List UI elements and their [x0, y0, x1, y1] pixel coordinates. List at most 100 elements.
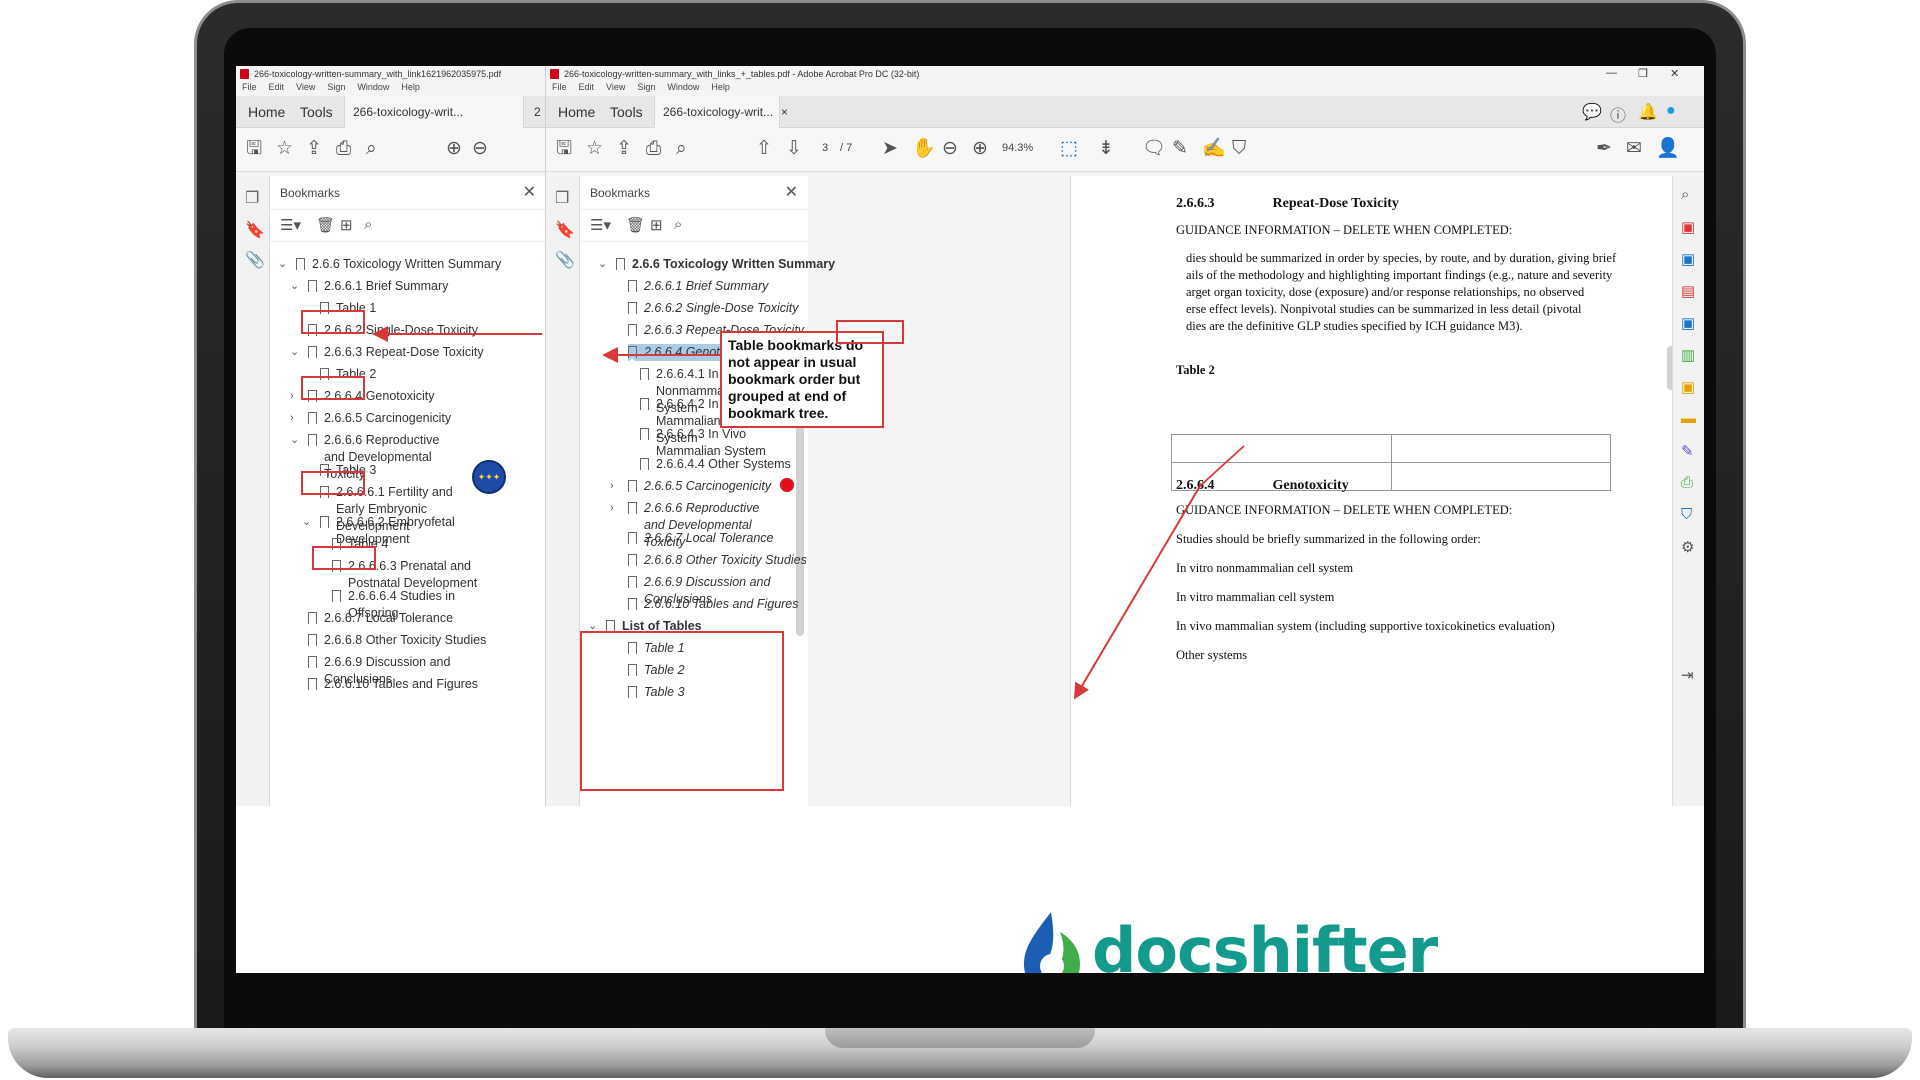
chevron-right-icon[interactable]: › [290, 388, 294, 405]
menu-help[interactable]: Help [711, 82, 730, 92]
bookmark-item[interactable]: › 2.6.6.5 Carcinogenicity [610, 478, 771, 496]
save-icon[interactable]: 🖫 [246, 138, 262, 160]
comment-rail-icon[interactable]: ▬ [1681, 410, 1696, 427]
bookmark-item[interactable]: 2.6.6.4.3 In Vivo Mammalian System [640, 426, 790, 460]
page-down-icon[interactable]: ⇩ [786, 138, 802, 160]
close-window-icon[interactable]: ✕ [1670, 67, 1679, 80]
chevron-down-icon[interactable]: ⌄ [290, 344, 299, 361]
menu-sign[interactable]: Sign [637, 82, 655, 92]
bookmark-star-icon[interactable]: ☆ [276, 138, 293, 160]
chevron-right-icon[interactable]: › [290, 410, 294, 427]
menu-edit[interactable]: Edit [579, 82, 595, 92]
delete-icon[interactable]: 🗑 [626, 216, 645, 234]
chevron-down-icon[interactable]: ⌄ [278, 256, 287, 273]
pages-icon[interactable]: ❐ [245, 188, 259, 208]
comment-tool-icon[interactable]: 🗨 [1142, 138, 1166, 160]
bookmark-item[interactable]: 2.6.6.8 Other Toxicity Studies [628, 552, 807, 570]
upload-icon[interactable]: ⇪ [616, 138, 632, 160]
tab-document[interactable]: 266-toxicology-writ... [344, 96, 524, 128]
zoom-out-icon[interactable]: ⊖ [942, 138, 958, 160]
protect-icon[interactable]: ⛉ [1681, 506, 1692, 523]
bookmark-item[interactable]: ⌄ 2.6.6.3 Repeat-Dose Toxicity [290, 344, 484, 362]
fill-sign-icon[interactable]: ▣ [1681, 378, 1695, 396]
zoom-tool-icon[interactable]: ⌕ [1681, 186, 1689, 203]
bookmark-item[interactable]: 2.6.6.1 Brief Summary [628, 278, 768, 296]
attachment-icon[interactable]: 📎 [555, 250, 575, 270]
print-icon[interactable]: ⎙ [646, 138, 661, 160]
bookmark-item[interactable]: ⌄ 2.6.6 Toxicology Written Summary [598, 256, 835, 274]
page-number[interactable]: 3 [822, 142, 828, 154]
page-down-icon[interactable]: ⊖ [472, 138, 488, 160]
tab-document[interactable]: 266-toxicology-writ... × [654, 96, 788, 128]
menu-edit[interactable]: Edit [269, 82, 285, 92]
chevron-down-icon[interactable]: ⌄ [290, 432, 299, 449]
bookmark-item[interactable]: ⌄ 2.6.6.1 Brief Summary [290, 278, 448, 296]
create-pdf-icon[interactable]: ▣ [1681, 250, 1695, 268]
pages-icon[interactable]: ❐ [555, 188, 569, 208]
mail-icon[interactable]: ✉ [1626, 138, 1642, 160]
options-icon[interactable]: ☰▾ [590, 216, 611, 234]
edit-pdf-icon[interactable]: ▣ [1681, 314, 1695, 332]
tab-home[interactable]: Home [240, 96, 293, 128]
chevron-right-icon[interactable]: › [610, 500, 614, 517]
chevron-down-icon[interactable]: ⌄ [610, 344, 619, 361]
select-cursor-icon[interactable]: ➤ [882, 138, 898, 160]
bookmark-item[interactable]: › 2.6.6.5 Carcinogenicity [290, 410, 451, 428]
upload-icon[interactable]: ⇪ [306, 138, 322, 160]
highlight-icon[interactable]: ✎ [1172, 138, 1188, 160]
collapse-pane-icon[interactable]: ⇥ [1681, 666, 1694, 684]
request-signature-icon[interactable]: ✎ [1681, 442, 1694, 460]
hand-tool-icon[interactable]: ✋ [912, 138, 936, 160]
menu-file[interactable]: File [552, 82, 567, 92]
export-pdf-icon[interactable]: ▣ [1681, 218, 1695, 236]
more-tools-icon[interactable]: ⚙ [1681, 538, 1694, 556]
bookmark-item[interactable]: 2.6.6.7 Local Tolerance [308, 610, 453, 628]
scroll-mode-icon[interactable]: ⇟ [1098, 138, 1114, 160]
restore-icon[interactable]: ❐ [1638, 67, 1648, 80]
bookmark-item[interactable]: 2.6.6.4.4 Other Systems [640, 456, 791, 474]
menu-window[interactable]: Window [667, 82, 699, 92]
search-icon[interactable]: ⌕ [366, 138, 377, 160]
bookmark-item[interactable]: ⌄ 2.6.6 Toxicology Written Summary [278, 256, 501, 274]
menu-sign[interactable]: Sign [327, 82, 345, 92]
notification-icon[interactable]: 🔔 [1638, 102, 1658, 122]
bookmark-item[interactable]: 2.6.6.8 Other Toxicity Studies [308, 632, 486, 650]
print-production-icon[interactable]: ⎙ [1681, 474, 1693, 491]
tab-overflow[interactable]: 2 [526, 96, 545, 128]
help-icon[interactable]: ⓘ [1610, 102, 1626, 126]
options-icon[interactable]: ☰▾ [280, 216, 301, 234]
attachment-icon[interactable]: 📎 [245, 250, 265, 270]
search-icon[interactable]: ⌕ [676, 138, 687, 160]
organize-pages-icon[interactable]: ▤ [1681, 282, 1695, 300]
tab-tools[interactable]: Tools [292, 96, 341, 128]
tab-home[interactable]: Home [550, 96, 603, 128]
close-icon[interactable]: ✕ [785, 176, 798, 210]
find-bookmark-icon[interactable]: ⌕ [364, 216, 372, 233]
delete-icon[interactable]: 🗑 [316, 216, 335, 234]
bookmark-item[interactable]: 2.6.6.7 Local Tolerance [628, 530, 774, 548]
stamp-icon[interactable]: ⛉ [1232, 138, 1246, 160]
minimize-icon[interactable]: — [1606, 67, 1617, 79]
bookmark-star-icon[interactable]: ☆ [586, 138, 603, 160]
close-icon[interactable]: ✕ [523, 176, 536, 210]
menu-file[interactable]: File [242, 82, 257, 92]
share-user-icon[interactable]: 👤 [1656, 138, 1680, 160]
comment-icon[interactable]: 💬 [1582, 102, 1602, 122]
bookmark-item[interactable]: 2.6.6.2 Single-Dose Toxicity [628, 300, 798, 318]
new-bookmark-icon[interactable]: ⊞ [650, 216, 663, 234]
chevron-right-icon[interactable]: › [610, 478, 614, 495]
find-bookmark-icon[interactable]: ⌕ [674, 216, 682, 233]
fit-page-icon[interactable]: ⬚ [1060, 138, 1078, 160]
menu-view[interactable]: View [606, 82, 625, 92]
page-up-icon[interactable]: ⊕ [446, 138, 462, 160]
bookmark-item[interactable]: 2.6.6.10 Tables and Figures [628, 596, 799, 614]
bookmarks-rail-icon[interactable]: 🔖 [245, 220, 265, 240]
bookmark-item[interactable]: 2.6.6.10 Tables and Figures [308, 676, 478, 694]
tab-tools[interactable]: Tools [602, 96, 651, 128]
menu-window[interactable]: Window [357, 82, 389, 92]
chevron-down-icon[interactable]: ⌄ [302, 514, 311, 531]
page-up-icon[interactable]: ⇧ [756, 138, 772, 160]
tab-close-icon[interactable]: × [781, 105, 788, 119]
account-icon[interactable]: ● [1666, 102, 1676, 120]
chevron-down-icon[interactable]: ⌄ [290, 278, 299, 295]
